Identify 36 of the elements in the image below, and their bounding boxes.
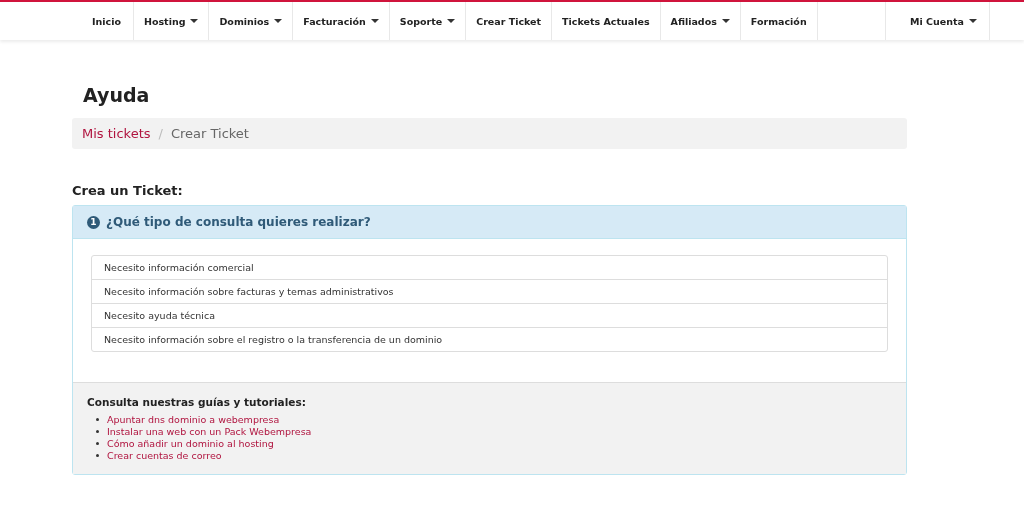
question-text: ¿Qué tipo de consulta quieres realizar?	[106, 215, 371, 229]
step-number: 1	[87, 215, 100, 229]
bullet-icon	[96, 453, 99, 457]
nav-item[interactable]: Formación	[740, 2, 818, 40]
bullet-icon	[96, 441, 99, 445]
caret-icon	[721, 19, 730, 23]
bullet-icon	[96, 429, 99, 433]
option-item[interactable]: Necesito ayuda técnica	[92, 303, 887, 327]
guides-title: Consulta nuestras guías y tutoriales:	[87, 396, 307, 408]
guide-link[interactable]: Crear cuentas de correo	[107, 449, 222, 461]
guide-link[interactable]: Cómo añadir un dominio al hosting	[107, 437, 274, 449]
bullet-icon	[96, 417, 99, 421]
nav-item[interactable]: Soporte	[389, 2, 467, 40]
nav-item[interactable]: Hosting	[133, 2, 210, 40]
caret-icon	[190, 19, 199, 23]
breadcrumb-current: Crear Ticket	[170, 126, 249, 141]
nav-item[interactable]: Dominios	[209, 2, 294, 40]
account-menu[interactable]: Mi Cuenta	[885, 2, 990, 40]
section-title: Crea un Ticket:	[72, 183, 184, 198]
nav-item[interactable]: Crear Ticket	[466, 2, 553, 40]
option-item[interactable]: Necesito información sobre el registro o la transferencia de un dominio	[92, 327, 887, 351]
guide-link[interactable]: Apuntar dns dominio a webempresa	[107, 413, 280, 425]
nav-item[interactable]: Afiliados	[660, 2, 741, 40]
option-item[interactable]: Necesito información sobre facturas y temas administrativos	[92, 279, 887, 303]
nav-item[interactable]: Facturación	[293, 2, 390, 40]
guide-link[interactable]: Instalar una web con un Pack Webempresa	[107, 425, 312, 437]
nav-item[interactable]: Inicio	[80, 2, 134, 40]
caret-icon	[370, 19, 379, 23]
breadcrumb-link[interactable]: Mis tickets	[82, 126, 151, 141]
caret-icon	[274, 19, 283, 23]
caret-icon	[447, 19, 456, 23]
breadcrumb-separator: /	[158, 126, 163, 141]
page-title: Ayuda	[83, 84, 151, 106]
nav-item[interactable]: Tickets Actuales	[552, 2, 661, 40]
option-item[interactable]: Necesito información comercial	[92, 256, 887, 279]
caret-icon	[969, 19, 977, 23]
